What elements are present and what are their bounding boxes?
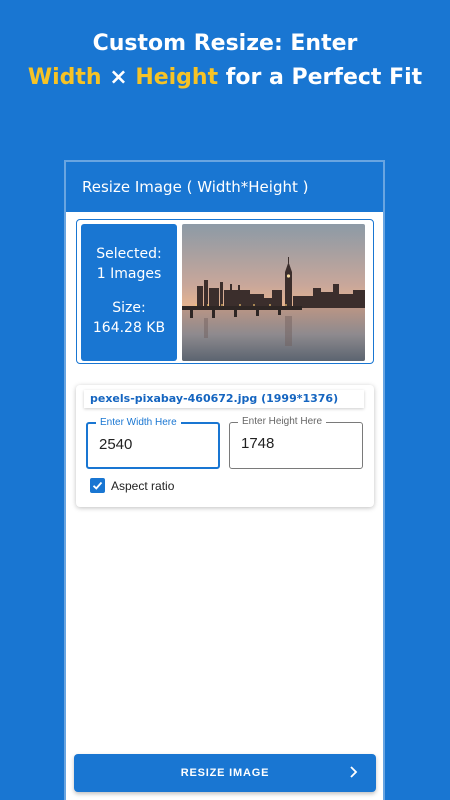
promo-heading: Custom Resize: Enter Width × Height for … bbox=[0, 28, 450, 94]
selected-label: Selected: bbox=[96, 246, 162, 262]
height-field-label: Enter Height Here bbox=[238, 416, 327, 428]
width-field[interactable]: Enter Width Here bbox=[86, 417, 220, 469]
promo-rest: for a Perfect Fit bbox=[218, 65, 423, 90]
size-value: 164.28 KB bbox=[92, 320, 166, 336]
selected-count: 1 Images bbox=[96, 266, 162, 282]
file-name-label: pexels-pixabay-460672.jpg (1999*1376) bbox=[84, 390, 364, 408]
aspect-ratio-toggle[interactable]: Aspect ratio bbox=[90, 478, 174, 493]
selection-info: Selected: 1 Images Size: 164.28 KB bbox=[81, 224, 177, 361]
promo-width-word: Width bbox=[27, 65, 102, 90]
promo-line-2: Width × Height for a Perfect Fit bbox=[0, 62, 450, 94]
check-icon bbox=[92, 481, 103, 490]
phone-screen: Resize Image ( Width*Height ) Selected: … bbox=[66, 162, 383, 800]
promo-line-1: Custom Resize: Enter bbox=[92, 31, 358, 56]
aspect-ratio-label: Aspect ratio bbox=[111, 478, 175, 493]
chevron-right-icon bbox=[350, 766, 358, 778]
preview-card: Selected: 1 Images Size: 164.28 KB bbox=[76, 219, 374, 364]
resize-form: pexels-pixabay-460672.jpg (1999*1376) En… bbox=[76, 385, 374, 507]
height-field[interactable]: Enter Height Here bbox=[229, 416, 363, 469]
app-title: Resize Image ( Width*Height ) bbox=[82, 178, 309, 196]
height-input[interactable] bbox=[241, 435, 351, 452]
resize-button-label: RESIZE IMAGE bbox=[180, 767, 270, 779]
width-field-label: Enter Width Here bbox=[96, 417, 181, 429]
promo-height-word: Height bbox=[135, 65, 219, 90]
width-input[interactable] bbox=[99, 436, 209, 453]
app-bar: Resize Image ( Width*Height ) bbox=[66, 162, 383, 212]
london-thames-image bbox=[182, 224, 365, 361]
aspect-ratio-checkbox[interactable] bbox=[90, 478, 105, 493]
promo-times: × bbox=[101, 65, 136, 90]
resize-image-button[interactable]: RESIZE IMAGE bbox=[74, 754, 376, 792]
image-thumbnail[interactable] bbox=[182, 224, 365, 361]
size-label: Size: bbox=[112, 300, 146, 316]
